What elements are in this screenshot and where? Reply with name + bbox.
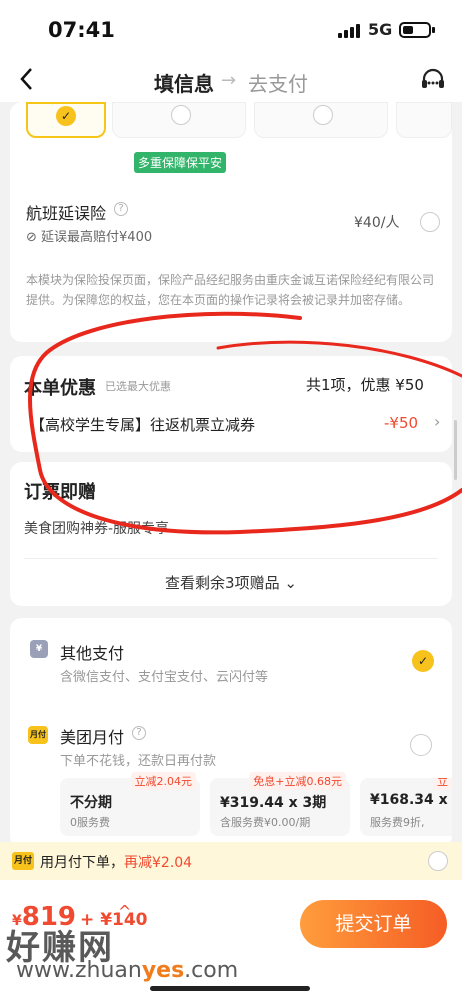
annotation-scribble	[28, 311, 462, 535]
